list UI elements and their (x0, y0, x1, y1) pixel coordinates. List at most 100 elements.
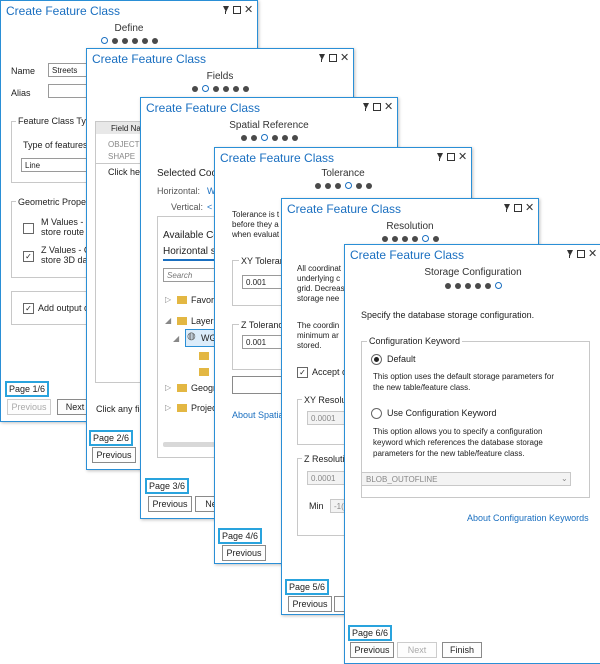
next-button[interactable]: Next (397, 642, 437, 658)
resolution-desc-line: minimum ar (297, 331, 339, 340)
collapse-icon[interactable]: ◢ (173, 334, 179, 343)
step-dot[interactable] (281, 134, 288, 141)
close-icon[interactable]: ✕ (340, 53, 349, 64)
step-dot[interactable] (444, 282, 451, 289)
previous-button[interactable]: Previous (92, 447, 136, 463)
type-select[interactable]: Line (21, 158, 91, 172)
step-dot[interactable] (381, 235, 388, 242)
use-keyword-desc: This option allows you to specify a conf… (373, 427, 543, 436)
horizontal-label: Horizontal: (157, 186, 201, 196)
pin-icon[interactable] (502, 203, 511, 213)
step-dot[interactable] (242, 85, 249, 92)
close-icon[interactable]: ✕ (525, 203, 534, 214)
maximize-icon[interactable] (329, 54, 337, 62)
previous-button[interactable]: Previous (7, 399, 51, 415)
tolerance-desc-line: before they a (232, 220, 279, 229)
tree-favorites[interactable]: Favori (191, 295, 216, 305)
maximize-icon[interactable] (233, 6, 241, 14)
step-dot[interactable] (454, 282, 461, 289)
vertical-value[interactable]: < (207, 202, 212, 212)
step-dot[interactable] (365, 182, 372, 189)
horizontal-tab[interactable]: Horizontal s (163, 246, 216, 257)
horizontal-scrollbar[interactable] (163, 442, 215, 447)
step-title: Fields (206, 71, 234, 82)
pin-icon[interactable] (317, 53, 326, 63)
step-dot[interactable] (121, 37, 128, 44)
pin-icon[interactable] (221, 5, 230, 15)
pin-icon[interactable] (361, 102, 370, 112)
resolution-desc-line: grid. Decreas (297, 284, 345, 293)
field-row[interactable]: OBJECTI (108, 140, 142, 149)
expand-icon[interactable]: ▷ (165, 295, 171, 304)
use-keyword-desc: keyword which references the database st… (373, 438, 543, 447)
step-dot[interactable] (355, 182, 362, 189)
z-values-checkbox[interactable]: ✓ (23, 251, 34, 262)
maximize-icon[interactable] (447, 153, 455, 161)
keyword-select[interactable]: BLOB_OUTOFLINE (361, 472, 571, 486)
step-dot[interactable] (391, 235, 398, 242)
close-icon[interactable]: ✕ (244, 5, 253, 16)
tree-projected[interactable]: Projec (191, 403, 217, 413)
expand-icon[interactable]: ▷ (165, 383, 171, 392)
step-dot[interactable] (401, 235, 408, 242)
step-dot[interactable] (484, 282, 491, 289)
step-dot[interactable] (250, 134, 257, 141)
chevron-down-icon[interactable]: ⌄ (561, 474, 568, 483)
step-dot[interactable] (201, 85, 209, 92)
dialog-title: Create Feature Class (6, 4, 121, 18)
pin-icon[interactable] (565, 249, 574, 259)
about-configuration-keywords-link[interactable]: About Configuration Keywords (467, 513, 589, 523)
maximize-icon[interactable] (373, 103, 381, 111)
step-dot[interactable] (494, 282, 502, 289)
step-dot[interactable] (334, 182, 341, 189)
resolution-desc-line: stored. (297, 341, 322, 350)
step-dot[interactable] (111, 37, 118, 44)
maximize-icon[interactable] (577, 250, 585, 258)
previous-button[interactable]: Previous (350, 642, 394, 658)
use-keyword-desc: parameters for the new table/feature cla… (373, 449, 525, 458)
step-dot[interactable] (141, 37, 148, 44)
step-dot[interactable] (212, 85, 219, 92)
search-input[interactable]: Search (163, 268, 217, 282)
step-dot[interactable] (151, 37, 158, 44)
click-any-field-hint: Click any fie (96, 404, 145, 414)
step-dot[interactable] (240, 134, 247, 141)
collapse-icon[interactable]: ◢ (165, 316, 171, 325)
step-dot[interactable] (131, 37, 138, 44)
previous-button[interactable]: Previous (148, 496, 192, 512)
finish-button[interactable]: Finish (442, 642, 482, 658)
expand-icon[interactable]: ▷ (165, 403, 171, 412)
close-icon[interactable]: ✕ (458, 152, 467, 163)
step-dot[interactable] (411, 235, 418, 242)
step-dot[interactable] (474, 282, 481, 289)
step-dot[interactable] (232, 85, 239, 92)
click-here-row[interactable]: Click her (108, 167, 143, 177)
field-row[interactable]: SHAPE (108, 152, 135, 161)
previous-button[interactable]: Previous (288, 596, 332, 612)
close-icon[interactable]: ✕ (384, 102, 393, 113)
step-dot[interactable] (421, 235, 429, 242)
step-dot[interactable] (191, 85, 198, 92)
step-dot[interactable] (314, 182, 321, 189)
step-dot[interactable] (464, 282, 471, 289)
maximize-icon[interactable] (514, 204, 522, 212)
step-dot[interactable] (271, 134, 278, 141)
step-dot[interactable] (260, 134, 268, 141)
step-dot[interactable] (100, 37, 108, 44)
dialog-title: Create Feature Class (146, 101, 261, 115)
step-dot[interactable] (291, 134, 298, 141)
tree-geographic[interactable]: Geogr (191, 383, 216, 393)
m-values-checkbox[interactable] (23, 223, 34, 234)
close-icon[interactable]: ✕ (588, 249, 597, 260)
pin-icon[interactable] (435, 152, 444, 162)
add-output-checkbox[interactable]: ✓ (23, 303, 34, 314)
step-dot[interactable] (222, 85, 229, 92)
accept-checkbox[interactable]: ✓ (297, 367, 308, 378)
use-keyword-radio[interactable] (371, 408, 382, 419)
previous-button[interactable]: Previous (222, 545, 266, 561)
step-dot[interactable] (432, 235, 439, 242)
step-dot[interactable] (324, 182, 331, 189)
about-spatial-link[interactable]: About Spatia (232, 410, 284, 420)
default-radio[interactable] (371, 354, 382, 365)
step-dot[interactable] (344, 182, 352, 189)
